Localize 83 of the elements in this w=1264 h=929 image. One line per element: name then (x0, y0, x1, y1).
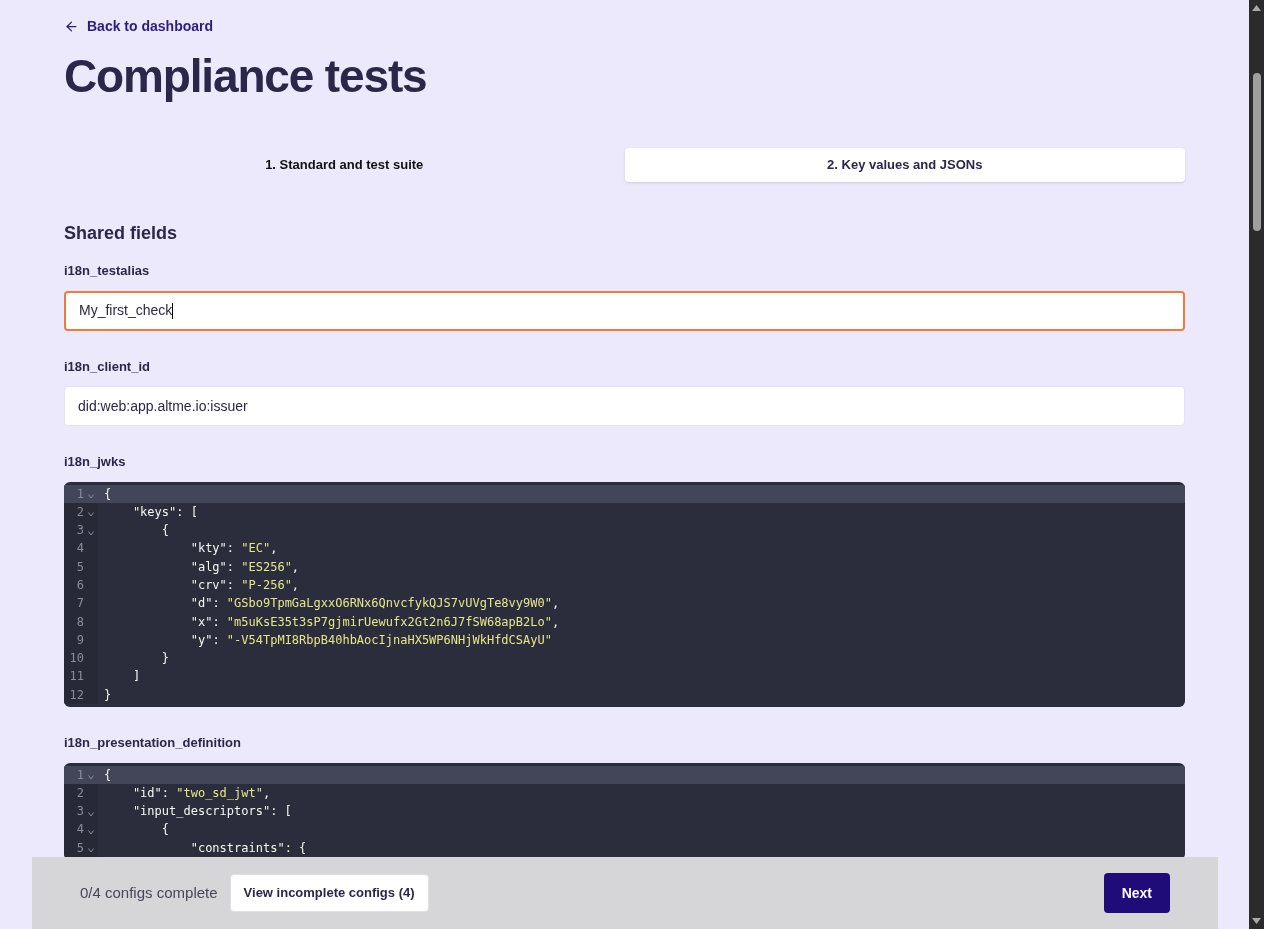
configs-status: 0/4 configs complete (80, 882, 218, 903)
scrollbar-thumb[interactable] (1252, 73, 1261, 231)
line-number: 10 (68, 650, 84, 668)
code-string: "two_sd_jwt" (176, 784, 263, 802)
code-punctuation: { (160, 821, 170, 839)
code-key: "alg" (104, 557, 227, 576)
code-string: "ES256" (241, 558, 292, 576)
code-punctuation: : (226, 558, 236, 576)
field-label: i18n_jwks (64, 453, 127, 471)
code-string: "P-256" (241, 577, 292, 594)
code-key: "kty" (104, 539, 227, 558)
fold-caret-icon[interactable] (88, 512, 94, 518)
fold-caret-icon[interactable] (88, 811, 94, 817)
line-number: 12 (68, 686, 84, 704)
field-label: i18n_presentation_definition (64, 734, 242, 753)
code-punctuation: { (160, 522, 170, 540)
input-field[interactable]: did:web:app.altme.io:issuer (64, 386, 1185, 426)
line-number: 5 (75, 839, 84, 857)
view-incomplete-button[interactable]: View incomplete configs (4) (229, 874, 429, 912)
line-number: 9 (75, 631, 84, 649)
code-key: "d" (104, 594, 213, 613)
scroll-up-icon[interactable] (1252, 5, 1261, 11)
code-punctuation: , (551, 613, 560, 631)
line-number: 4 (75, 821, 84, 839)
code-string: "m5uKsE35t3sP7gjmirUewufx2Gt2n6J7fSW68apB2Lo" (226, 613, 552, 631)
line-number: 5 (75, 558, 84, 576)
code-key: "constraints" (104, 838, 285, 858)
code-punctuation: : (226, 540, 236, 558)
code-punctuation: ] (131, 668, 141, 686)
code-punctuation: , (291, 577, 300, 594)
line-number: 3 (75, 803, 84, 821)
scrollbar[interactable] (1249, 0, 1264, 929)
code-punctuation: } (104, 686, 112, 704)
line-number: 1 (75, 766, 84, 784)
code-key: "keys" (104, 502, 177, 522)
line-number: 1 (75, 485, 84, 503)
code-punctuation: : (212, 595, 221, 613)
input-field[interactable]: My_first_check (64, 290, 1185, 331)
code-punctuation: : (226, 577, 236, 594)
code-editor[interactable] (64, 481, 1185, 708)
line-number: 6 (75, 577, 84, 594)
code-key: "input_descriptors" (104, 802, 271, 821)
section-title: Shared fields (64, 222, 179, 245)
code-key: "crv" (104, 576, 227, 595)
field-label: i18n_client_id (64, 357, 151, 376)
fold-caret-icon[interactable] (88, 848, 94, 854)
code-key: "x" (104, 612, 213, 631)
code-punctuation: , (291, 558, 300, 576)
code-key: "id" (104, 783, 162, 803)
code-punctuation: , (262, 784, 271, 802)
scroll-down-icon[interactable] (1252, 918, 1261, 924)
fold-caret-icon[interactable] (88, 530, 94, 536)
code-string: "GSbo9TpmGaLgxxO6RNx6QnvcfykQJS7vUVgTe8vy9W0" (226, 595, 552, 613)
code-punctuation: : (212, 613, 221, 631)
code-punctuation: , (270, 540, 278, 558)
code-punctuation: : [ (176, 503, 198, 521)
step-tab[interactable]: 2. Key values and JSONs (624, 148, 1185, 182)
line-number: 3 (75, 522, 84, 540)
code-punctuation: : [ (270, 803, 292, 821)
code-string: "EC" (241, 540, 271, 558)
page-title: Compliance tests (64, 49, 428, 104)
step-tab[interactable]: 1. Standard and test suite (64, 148, 625, 182)
code-punctuation: : { (284, 839, 307, 857)
code-punctuation: : (161, 784, 171, 802)
code-punctuation: : (212, 631, 221, 649)
line-number: 4 (75, 540, 84, 558)
code-string: "-V54TpMI8RbpB40hbAocIjnaHX5WP6NHjWkHfdCSAyU" (226, 631, 552, 649)
line-number: 11 (68, 668, 84, 686)
back-link[interactable]: Back to dashboard (64, 16, 1185, 36)
fold-caret-icon[interactable] (88, 775, 94, 781)
code-punctuation: { (104, 485, 112, 503)
code-punctuation: } (160, 650, 170, 668)
next-button[interactable]: Next (1103, 873, 1170, 913)
code-key: "y" (104, 630, 213, 650)
line-number: 7 (75, 595, 84, 613)
code-punctuation: , (551, 595, 560, 613)
fold-caret-icon[interactable] (88, 494, 94, 500)
fold-caret-icon[interactable] (88, 830, 94, 836)
code-punctuation: { (104, 766, 112, 784)
line-number: 2 (75, 784, 84, 802)
line-number: 8 (75, 613, 84, 631)
line-number: 2 (75, 503, 84, 521)
field-label: i18n_testalias (64, 262, 151, 280)
